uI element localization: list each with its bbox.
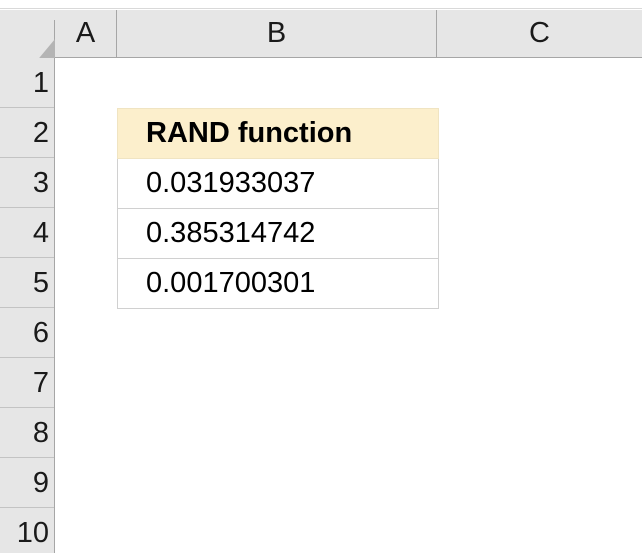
row-header-2[interactable]: 2 bbox=[0, 108, 54, 158]
row-header-7[interactable]: 7 bbox=[0, 358, 54, 408]
row-header-4[interactable]: 4 bbox=[0, 208, 54, 258]
row-header-3[interactable]: 3 bbox=[0, 158, 54, 208]
row-header-9[interactable]: 9 bbox=[0, 458, 54, 508]
table-row: 0.385314742 bbox=[117, 208, 439, 259]
spreadsheet-canvas: A B C 1 2 3 4 5 6 7 8 9 10 RAND function… bbox=[0, 0, 642, 553]
cell-b5-value[interactable]: 0.001700301 bbox=[117, 258, 439, 309]
column-header-band: A B C bbox=[0, 10, 642, 75]
rand-function-table: RAND function 0.031933037 0.385314742 0.… bbox=[117, 108, 439, 309]
row-header-band: 1 2 3 4 5 6 7 8 9 10 bbox=[0, 58, 55, 553]
cell-b2-title[interactable]: RAND function bbox=[117, 108, 439, 159]
table-row: 0.001700301 bbox=[117, 258, 439, 309]
row-header-6[interactable]: 6 bbox=[0, 308, 54, 358]
row-header-5[interactable]: 5 bbox=[0, 258, 54, 308]
column-header-b[interactable]: B bbox=[117, 10, 437, 57]
column-header-a[interactable]: A bbox=[55, 10, 117, 57]
table-row: 0.031933037 bbox=[117, 158, 439, 209]
table-row: RAND function bbox=[117, 108, 439, 159]
row-header-10[interactable]: 10 bbox=[0, 508, 54, 553]
window-top-strip bbox=[0, 0, 642, 9]
column-header-c[interactable]: C bbox=[437, 10, 642, 57]
cell-b3-value[interactable]: 0.031933037 bbox=[117, 158, 439, 209]
cell-b4-value[interactable]: 0.385314742 bbox=[117, 208, 439, 259]
row-header-8[interactable]: 8 bbox=[0, 408, 54, 458]
row-header-1[interactable]: 1 bbox=[0, 58, 54, 108]
